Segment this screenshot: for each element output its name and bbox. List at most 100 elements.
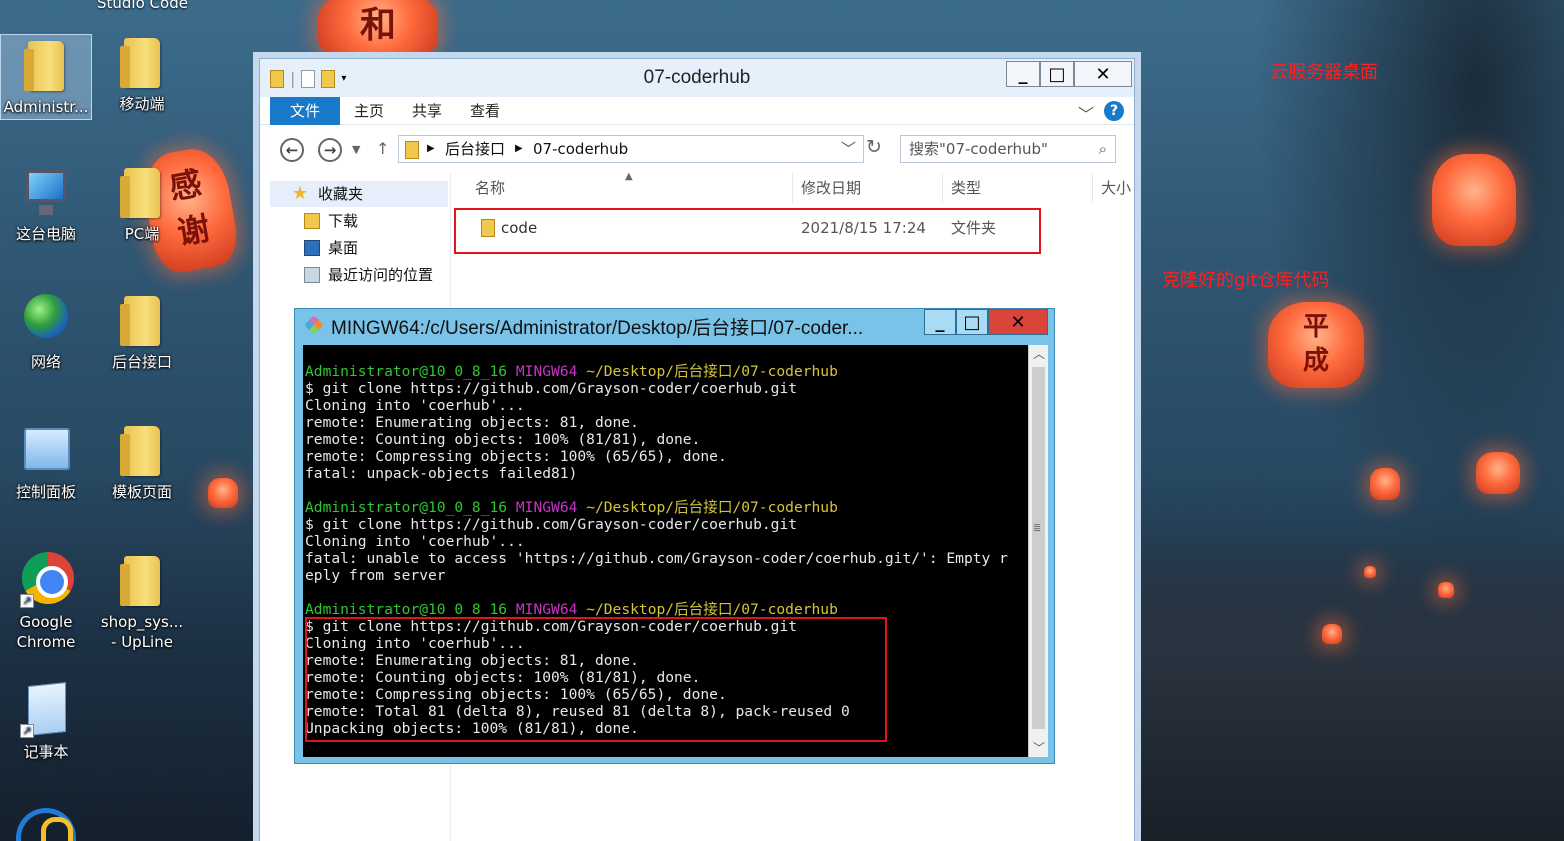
search-placeholder: 搜索"07-coderhub" — [909, 140, 1048, 158]
address-dropdown-icon[interactable]: ﹀ — [841, 136, 856, 162]
ribbon-tabs: 文件 主页 共享 查看 ﹀ ? — [260, 97, 1134, 125]
maximize-button[interactable]: □ — [1040, 61, 1074, 87]
desktop-icon-label: Administr... — [3, 98, 89, 116]
column-header-type[interactable]: 类型 — [943, 173, 1093, 203]
close-button[interactable]: ✕ — [1074, 61, 1132, 87]
terminal-prompt-line: Administrator@10_0_8_16 MINGW64 ~/Deskto… — [305, 601, 1025, 618]
terminal-line: Cloning into 'coerhub'... — [305, 533, 525, 550]
wallpaper-lantern — [1322, 624, 1342, 644]
help-icon[interactable]: ? — [1104, 101, 1124, 121]
search-icon[interactable]: ⌕ — [1099, 136, 1107, 162]
desktop-icon-label: Chrome — [16, 633, 76, 651]
lantern-character: 成 — [1302, 346, 1329, 376]
close-button[interactable]: ✕ — [988, 309, 1048, 335]
navigation-bar: ← → ▼ ↑ ▶ 后台接口 ▶ 07-coderhub ﹀ ↻ 搜索"07-c… — [260, 125, 1134, 173]
desktop-icon-label: 后台接口 — [111, 353, 172, 371]
desktop-icon-label: 这台电脑 — [15, 225, 76, 243]
desktop-icon-network[interactable]: 网络 — [0, 292, 92, 372]
tab-share[interactable]: 共享 — [400, 97, 454, 125]
scroll-up-icon[interactable]: ︿ — [1029, 345, 1048, 363]
tab-file[interactable]: 文件 — [270, 97, 340, 125]
up-button[interactable]: ↑ — [376, 139, 389, 158]
tab-view[interactable]: 查看 — [458, 97, 512, 125]
wallpaper-lantern — [1438, 582, 1454, 598]
wallpaper-lantern — [1432, 154, 1516, 246]
terminal-line: fatal: unable to access 'https://github.… — [305, 550, 1008, 567]
star-icon: ★ — [292, 183, 309, 204]
lantern-character: 平 — [1302, 312, 1329, 342]
desktop-icon-pc[interactable]: PC端 — [96, 164, 188, 244]
window-title: 07-coderhub — [643, 67, 751, 88]
prompt-user: Administrator@10_0_8_16 — [305, 363, 508, 380]
desktop-icon-shop-sys[interactable]: shop_sys... - UpLine — [96, 552, 188, 652]
desktop-icon-label: 模板页面 — [111, 483, 172, 501]
desktop-icon-notepad[interactable]: ↗ 记事本 — [0, 682, 92, 762]
search-input[interactable]: 搜索"07-coderhub" ⌕ — [900, 135, 1116, 163]
desktop-icon-label: 记事本 — [23, 743, 69, 761]
nav-desktop[interactable]: 桌面 — [270, 235, 448, 261]
breadcrumb-current[interactable]: 07-coderhub — [533, 136, 628, 162]
wallpaper-lantern — [208, 478, 238, 508]
nav-label: 桌面 — [328, 239, 359, 257]
back-button[interactable]: ← — [280, 138, 304, 162]
terminal-line: $ git clone https://github.com/Grayson-c… — [305, 516, 798, 533]
highlight-box-code-folder — [454, 208, 1041, 254]
scroll-down-icon[interactable]: ﹀ — [1029, 739, 1048, 757]
desktop-icon-google-chrome[interactable]: ↗ Google Chrome — [0, 552, 92, 652]
nav-recent-places[interactable]: 最近访问的位置 — [270, 262, 448, 288]
prompt-path: ~/Desktop/后台接口/07-coderhub — [586, 601, 838, 618]
desktop-icon-label: Google — [19, 613, 73, 631]
annotation-cloned-repo: 克隆好的git仓库代码 — [1162, 270, 1330, 291]
desktop-icon-templates[interactable]: 模板页面 — [96, 422, 188, 502]
prompt-user: Administrator@10_0_8_16 — [305, 601, 508, 618]
prompt-env: MINGW64 — [515, 601, 578, 618]
desktop-icon-label: 网络 — [30, 353, 61, 371]
app-logo-icon[interactable] — [16, 808, 76, 841]
minimize-button[interactable]: _ — [924, 309, 956, 335]
wallpaper-lantern: 平 成 — [1268, 302, 1364, 388]
scrollbar[interactable]: ︿ ═ ═ ﹀ — [1028, 345, 1048, 757]
forward-button[interactable]: → — [318, 138, 342, 162]
terminal-line: remote: Enumerating objects: 81, done. — [305, 414, 639, 431]
column-header-size[interactable]: 大小 — [1093, 173, 1137, 203]
breadcrumb-separator-icon[interactable]: ▶ — [515, 136, 523, 162]
folder-icon — [120, 38, 160, 88]
desktop-icon-this-pc[interactable]: 这台电脑 — [0, 164, 92, 244]
grip-icon: ═ ═ — [1034, 521, 1041, 536]
breadcrumb-separator-icon[interactable]: ▶ — [427, 136, 435, 162]
scrollbar-thumb[interactable] — [1032, 367, 1045, 729]
prompt-path: ~/Desktop/后台接口/07-coderhub — [586, 363, 838, 380]
nav-downloads[interactable]: 下载 — [270, 208, 448, 234]
desktop-icon-label: 控制面板 — [15, 483, 76, 501]
lantern-character: 和 — [359, 4, 396, 46]
explorer-titlebar[interactable]: | ▾ 07-coderhub _ □ ✕ — [260, 59, 1134, 97]
desktop-icon-backend-api[interactable]: 后台接口 — [96, 292, 188, 372]
desktop-icon-administrator[interactable]: Administr... — [0, 34, 92, 120]
terminal-line: eply from server — [305, 567, 446, 584]
maximize-button[interactable]: □ — [956, 309, 988, 335]
shortcut-arrow-icon: ↗ — [20, 724, 34, 738]
desktop-icon-label: shop_sys... — [100, 613, 184, 631]
recent-locations-icon[interactable]: ▼ — [352, 143, 360, 156]
refresh-button[interactable]: ↻ — [866, 136, 882, 158]
address-bar[interactable]: ▶ 后台接口 ▶ 07-coderhub ﹀ — [398, 135, 864, 163]
nav-favorites[interactable]: ★ 收藏夹 — [270, 181, 448, 207]
terminal-titlebar[interactable]: MINGW64:/c/Users/Administrator/Desktop/后… — [295, 309, 1054, 341]
desktop-icon-mobile[interactable]: 移动端 — [96, 34, 188, 114]
expand-ribbon-icon[interactable]: ﹀ — [1078, 101, 1094, 125]
desktop-icon-label: 移动端 — [119, 95, 165, 113]
column-header-modified[interactable]: 修改日期 — [793, 173, 943, 203]
tab-home[interactable]: 主页 — [342, 97, 396, 125]
terminal-line: remote: Counting objects: 100% (81/81), … — [305, 431, 701, 448]
nav-label: 下载 — [328, 212, 359, 230]
downloads-folder-icon — [304, 213, 320, 229]
computer-icon — [26, 170, 66, 215]
breadcrumb-backend-api[interactable]: 后台接口 — [445, 136, 505, 162]
folder-icon — [120, 296, 160, 346]
desktop-icon-label: PC端 — [124, 225, 160, 243]
column-header-name[interactable]: 名称 — [465, 173, 793, 203]
minimize-button[interactable]: _ — [1006, 61, 1040, 87]
desktop-icon-control-panel[interactable]: 控制面板 — [0, 422, 92, 502]
terminal-line: remote: Compressing objects: 100% (65/65… — [305, 448, 727, 465]
